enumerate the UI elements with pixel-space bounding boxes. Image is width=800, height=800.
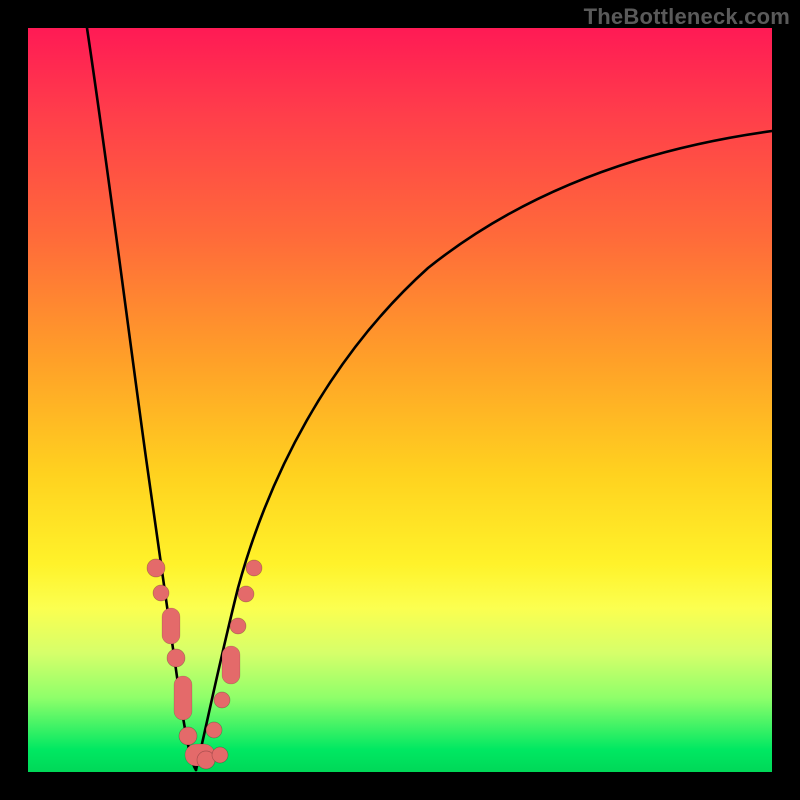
sample-dot — [206, 722, 222, 738]
chart-overlay — [28, 28, 772, 772]
sample-pill — [222, 646, 240, 684]
watermark: TheBottleneck.com — [584, 4, 790, 30]
sample-dot — [238, 586, 254, 602]
sample-pill — [174, 676, 192, 720]
curve-right-branch — [196, 131, 772, 770]
sample-dot — [147, 559, 165, 577]
sample-dot — [153, 585, 169, 601]
sample-dot — [214, 692, 230, 708]
sample-pill — [162, 608, 180, 644]
sample-dot — [167, 649, 185, 667]
sample-dot — [179, 727, 197, 745]
sample-dot — [212, 747, 228, 763]
chart-frame: TheBottleneck.com — [0, 0, 800, 800]
sample-dot — [246, 560, 262, 576]
sample-dot — [230, 618, 246, 634]
